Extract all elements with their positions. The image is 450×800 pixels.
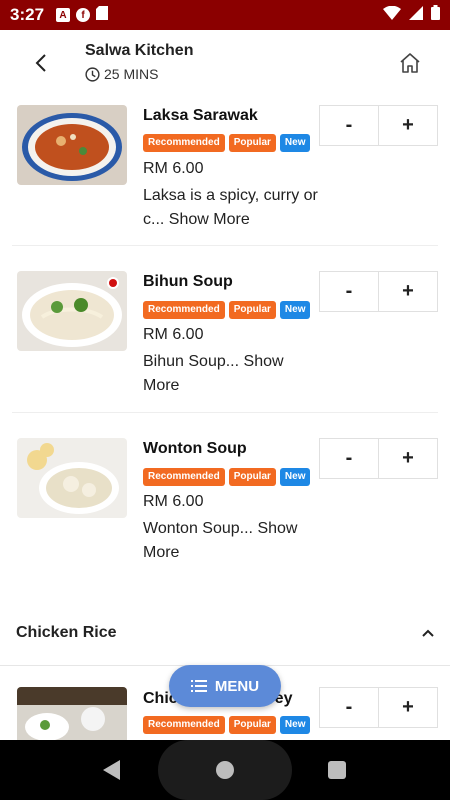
status-notification-icons: A f xyxy=(56,5,109,25)
notification-a-icon: A xyxy=(56,8,71,22)
chevron-up-icon xyxy=(422,624,434,642)
clock-icon xyxy=(85,66,100,82)
category-title: Chicken Rice xyxy=(16,624,117,641)
back-button[interactable] xyxy=(26,48,56,78)
home-button[interactable] xyxy=(395,48,425,78)
new-badge: New xyxy=(279,134,311,152)
battery-icon xyxy=(431,5,440,25)
item-image xyxy=(17,438,127,518)
increase-button[interactable]: + xyxy=(379,439,437,478)
sd-card-icon xyxy=(96,5,109,25)
item-image xyxy=(17,271,127,351)
store-name: Salwa Kitchen xyxy=(85,42,194,59)
description-text: Wonton Soup... xyxy=(143,520,253,537)
increase-button[interactable]: + xyxy=(379,106,437,145)
decrease-button[interactable]: - xyxy=(320,106,379,145)
quantity-stepper: - + xyxy=(319,105,438,146)
popular-badge: Popular xyxy=(228,301,276,319)
menu-item[interactable]: Laksa Sarawak Recommended Popular New RM… xyxy=(12,96,438,246)
increase-button[interactable]: + xyxy=(379,272,437,311)
home-icon xyxy=(400,53,420,73)
recommended-badge: Recommended xyxy=(143,716,225,734)
menu-item[interactable]: Bihun Soup Recommended Popular New RM 6.… xyxy=(12,246,438,413)
status-system-icons xyxy=(383,5,440,25)
item-image xyxy=(17,105,127,185)
item-price: RM 6.00 xyxy=(143,326,204,343)
item-badges: Recommended Popular New xyxy=(143,716,311,734)
recommended-badge: Recommended xyxy=(143,301,225,319)
system-nav-bar xyxy=(0,740,450,800)
list-icon xyxy=(190,680,207,692)
status-bar: 3:27 A f xyxy=(0,0,450,30)
decrease-button[interactable]: - xyxy=(320,439,379,478)
item-price: RM 6.00 xyxy=(143,493,204,510)
app-header: Salwa Kitchen 25 MINS xyxy=(0,30,450,96)
status-time: 3:27 xyxy=(10,5,45,24)
quantity-stepper: - + xyxy=(319,271,438,312)
wifi-icon xyxy=(383,5,401,25)
nav-recent-icon[interactable] xyxy=(328,761,346,779)
quantity-stepper: - + xyxy=(319,687,438,728)
item-title: Wonton Soup xyxy=(143,440,247,457)
new-badge: New xyxy=(279,468,311,486)
item-title: Laksa Sarawak xyxy=(143,107,258,124)
nav-home-icon[interactable] xyxy=(216,761,234,779)
eta-text: 25 MINS xyxy=(104,66,159,82)
nav-back-icon[interactable] xyxy=(103,760,121,785)
popular-badge: Popular xyxy=(228,134,276,152)
item-image xyxy=(17,687,127,740)
item-description: Wonton Soup... Show More xyxy=(143,517,313,565)
delivery-eta: 25 MINS xyxy=(85,66,158,82)
recommended-badge: Recommended xyxy=(143,134,225,152)
decrease-button[interactable]: - xyxy=(320,688,379,727)
decrease-button[interactable]: - xyxy=(320,272,379,311)
popular-badge: Popular xyxy=(228,468,276,486)
increase-button[interactable]: + xyxy=(379,688,437,727)
item-price: RM 6.00 xyxy=(143,160,204,177)
item-description: Laksa is a spicy, curry or c... Show Mor… xyxy=(143,184,323,232)
popular-badge: Popular xyxy=(228,716,276,734)
quantity-stepper: - + xyxy=(319,438,438,479)
new-badge: New xyxy=(279,301,311,319)
item-description: Bihun Soup... Show More xyxy=(143,350,303,398)
recommended-badge: Recommended xyxy=(143,468,225,486)
description-text: Bihun Soup... xyxy=(143,353,240,370)
back-arrow-icon xyxy=(35,54,46,72)
menu-fab-label: MENU xyxy=(214,677,260,695)
new-badge: New xyxy=(279,716,311,734)
menu-item-list[interactable]: Laksa Sarawak Recommended Popular New RM… xyxy=(0,96,450,740)
menu-item[interactable]: Wonton Soup Recommended Popular New RM 6… xyxy=(12,413,438,601)
item-title: Bihun Soup xyxy=(143,273,233,290)
item-badges: Recommended Popular New xyxy=(143,468,311,486)
item-badges: Recommended Popular New xyxy=(143,301,311,319)
menu-fab-button[interactable]: MENU xyxy=(169,665,281,707)
item-badges: Recommended Popular New xyxy=(143,134,311,152)
show-more-link[interactable]: Show More xyxy=(169,211,250,228)
category-header-chicken-rice[interactable]: Chicken Rice xyxy=(0,601,450,666)
notification-f-icon: f xyxy=(76,8,91,22)
signal-icon xyxy=(409,5,423,25)
